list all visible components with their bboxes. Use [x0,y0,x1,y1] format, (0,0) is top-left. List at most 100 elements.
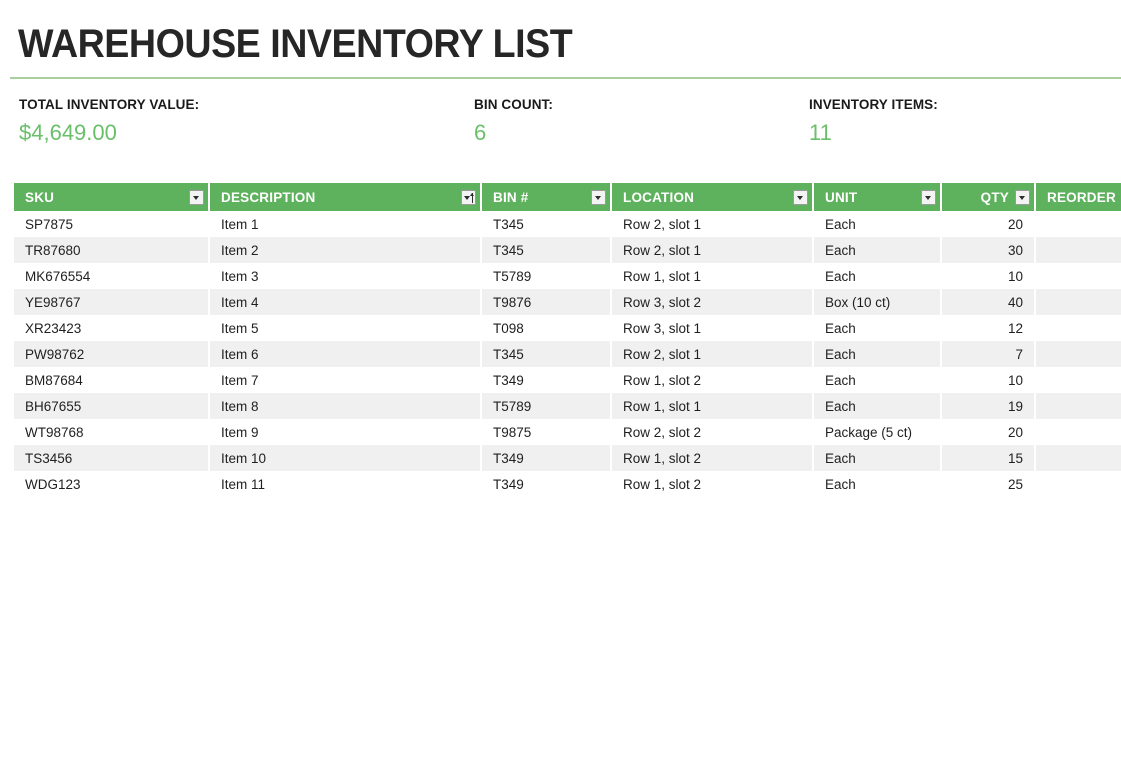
table-row[interactable]: TS3456Item 10T349Row 1, slot 2Each158 [14,445,1121,471]
cell-location: Row 1, slot 1 [612,393,814,419]
cell-location: Row 2, slot 2 [612,419,814,445]
cell-unit: Each [814,237,942,263]
cell-reorder: 10 [1036,315,1121,341]
table-row[interactable]: TR87680Item 2T345Row 2, slot 1Each3015 [14,237,1121,263]
filter-dropdown-icon-unit[interactable] [921,189,936,205]
cell-bin: T9875 [482,419,612,445]
cell-qty: 30 [942,237,1036,263]
cell-location: Row 3, slot 1 [612,315,814,341]
cell-sku: YE98767 [14,289,210,315]
table-row[interactable]: XR23423Item 5T098Row 3, slot 1Each1210 [14,315,1121,341]
cell-unit: Each [814,367,942,393]
cell-sku: XR23423 [14,315,210,341]
cell-bin: T5789 [482,393,612,419]
column-header-description[interactable]: DESCRIPTION [210,183,482,211]
cell-bin: T349 [482,445,612,471]
cell-description: Item 5 [210,315,482,341]
cell-qty: 20 [942,211,1036,237]
summary-value: 11 [809,119,832,145]
column-header-label: REORDER [1047,189,1116,205]
cell-sku: TR87680 [14,237,210,263]
cell-reorder: 30 [1036,419,1121,445]
table-header: SKU DESCRIPTION BIN # LOCATION UNIT QTY … [14,183,1121,211]
column-header-unit[interactable]: UNIT [814,183,942,211]
cell-bin: T349 [482,471,612,497]
table-body: SP7875Item 1T345Row 2, slot 1Each2010TR8… [14,211,1121,497]
summary-label: BIN COUNT: [474,97,553,112]
cell-qty: 10 [942,263,1036,289]
filter-dropdown-icon-location[interactable] [793,189,808,205]
column-header-reorder[interactable]: REORDER [1036,183,1121,211]
inventory-table-container: SKU DESCRIPTION BIN # LOCATION UNIT QTY … [14,183,1121,497]
summary-value: 6 [474,119,487,145]
cell-description: Item 7 [210,367,482,393]
cell-qty: 10 [942,367,1036,393]
cell-sku: BH67655 [14,393,210,419]
table-row[interactable]: PW98762Item 6T345Row 2, slot 1Each710 [14,341,1121,367]
cell-location: Row 2, slot 1 [612,341,814,367]
cell-description: Item 4 [210,289,482,315]
cell-sku: SP7875 [14,211,210,237]
summary-strip: TOTAL INVENTORY VALUE: $4,649.00 BIN COU… [0,97,1121,160]
cell-description: Item 3 [210,263,482,289]
column-header-label: BIN # [493,189,529,205]
table-row[interactable]: SP7875Item 1T345Row 2, slot 1Each2010 [14,211,1121,237]
column-header-label: DESCRIPTION [221,189,316,205]
cell-reorder: 5 [1036,367,1121,393]
cell-unit: Box (10 ct) [814,289,942,315]
cell-unit: Each [814,445,942,471]
summary-total-inventory-value: TOTAL INVENTORY VALUE: $4,649.00 [19,97,200,145]
cell-qty: 7 [942,341,1036,367]
cell-unit: Each [814,341,942,367]
page-title: WAREHOUSE INVENTORY LIST [18,22,573,66]
filter-dropdown-icon-qty[interactable] [1015,189,1030,205]
table-row[interactable]: YE98767 Item 4 T9876 Row 3, slot 2 Box (10 c… [14,289,1121,315]
cell-description: Item 10 [210,445,482,471]
cell-sku: PW98762 [14,341,210,367]
summary-inventory-items: INVENTORY ITEMS: 11 [809,97,938,145]
cell-location: Row 1, slot 1 [612,263,814,289]
cell-qty: 19 [942,393,1036,419]
cell-description: Item 6 [210,341,482,367]
cell-location: Row 1, slot 2 [612,367,814,393]
inventory-table: SKU DESCRIPTION BIN # LOCATION UNIT QTY … [14,183,1121,497]
cell-location: Row 2, slot 1 [612,211,814,237]
column-header-label: QTY [980,189,1009,205]
cell-description: Item 2 [210,237,482,263]
cell-sku: WDG123 [14,471,210,497]
cell-qty: 25 [942,471,1036,497]
summary-value: $4,649.00 [19,119,117,145]
cell-qty: 15 [942,445,1036,471]
table-row[interactable]: BM87684Item 7T349Row 1, slot 2Each105 [14,367,1121,393]
filter-dropdown-icon-sku[interactable] [189,189,204,205]
cell-description: Item 9 [210,419,482,445]
cell-location: Row 3, slot 2 [612,289,814,315]
cell-reorder: 10 [1036,341,1121,367]
cell-description: Item 1 [210,211,482,237]
table-row[interactable]: MK676554Item 3T5789Row 1, slot 1Each105 [14,263,1121,289]
cell-unit: Package (5 ct) [814,419,942,445]
cell-bin: T345 [482,237,612,263]
filter-sort-ascending-icon-description[interactable] [461,189,476,205]
column-header-sku[interactable]: SKU [14,183,210,211]
summary-label: TOTAL INVENTORY VALUE: [19,97,200,112]
column-header-bin[interactable]: BIN # [482,183,612,211]
cell-reorder: 10 [1036,211,1121,237]
cell-qty: 12 [942,315,1036,341]
cell-reorder: 10 [1036,289,1121,315]
table-row[interactable]: WDG123Item 11T349Row 1, slot 2Each2515 [14,471,1121,497]
column-header-qty[interactable]: QTY [942,183,1036,211]
summary-bin-count: BIN COUNT: 6 [474,97,553,145]
cell-description: Item 11 [210,471,482,497]
title-block: WAREHOUSE INVENTORY LIST [0,0,1121,64]
cell-reorder: 10 [1036,393,1121,419]
table-row[interactable]: WT98768 Item 9 T9875 Row 2, slot 2 Package (… [14,419,1121,445]
table-row[interactable]: BH67655Item 8T5789Row 1, slot 1Each1910 [14,393,1121,419]
cell-sku: MK676554 [14,263,210,289]
cell-description: Item 8 [210,393,482,419]
filter-dropdown-icon-bin[interactable] [591,189,606,205]
column-header-label: LOCATION [623,189,695,205]
cell-bin: T349 [482,367,612,393]
column-header-location[interactable]: LOCATION [612,183,814,211]
cell-sku: BM87684 [14,367,210,393]
